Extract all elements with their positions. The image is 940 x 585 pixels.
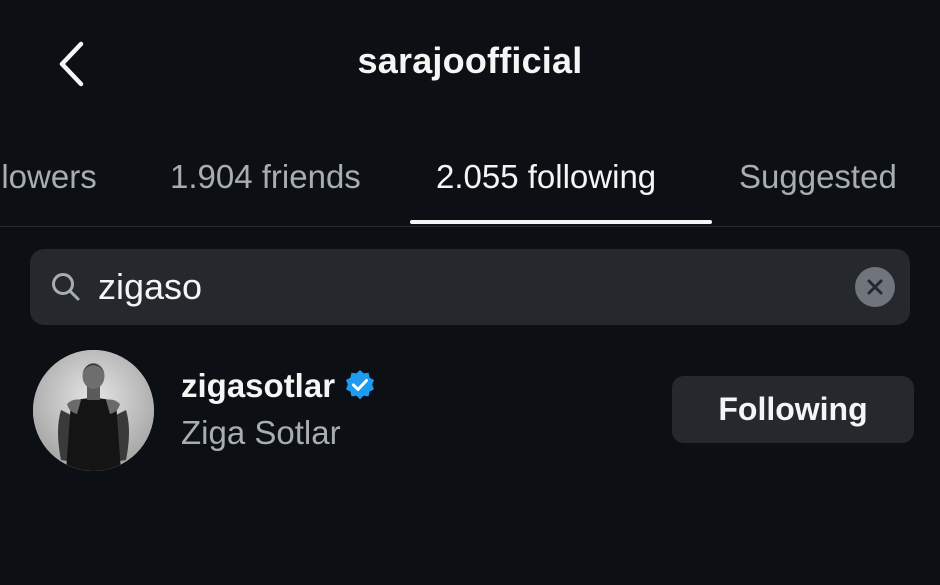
username[interactable]: zigasotlar — [181, 367, 335, 405]
following-button[interactable]: Following — [672, 376, 914, 443]
active-tab-indicator — [410, 220, 712, 224]
clear-icon — [867, 279, 883, 295]
search-input[interactable] — [98, 263, 838, 311]
username-line: zigasotlar — [181, 367, 377, 405]
profile-photo — [33, 350, 154, 471]
tab-suggested[interactable]: Suggested — [739, 158, 897, 196]
tab-following[interactable]: 2.055 following — [436, 158, 656, 196]
search-icon — [52, 273, 80, 301]
tab-friends[interactable]: 1.904 friends — [170, 158, 361, 196]
list-item[interactable]: zigasotlar Ziga Sotlar Following — [0, 340, 940, 480]
search-bar — [30, 249, 910, 325]
tab-bar: llowers 1.904 friends 2.055 following Su… — [0, 140, 940, 227]
full-name: Ziga Sotlar — [181, 414, 341, 451]
header: sarajoofficial — [0, 0, 940, 130]
page-title: sarajoofficial — [357, 40, 583, 81]
tab-followers[interactable]: llowers — [0, 158, 97, 196]
avatar[interactable] — [33, 350, 154, 471]
following-list-screen: sarajoofficial llowers 1.904 friends 2.0… — [0, 0, 940, 585]
clear-search-button[interactable] — [855, 267, 895, 307]
verified-badge-icon — [346, 370, 375, 400]
